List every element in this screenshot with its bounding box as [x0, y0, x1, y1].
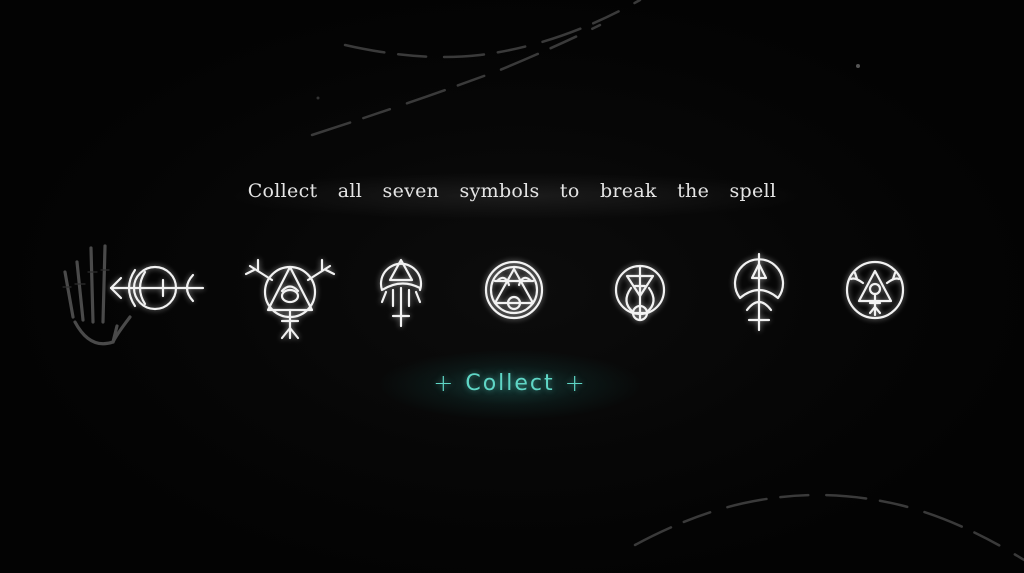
eye-arrow-sigil-icon[interactable]: [105, 260, 210, 320]
collect-button-label: Collect: [465, 370, 555, 396]
dome-triangle-cross-sigil-icon[interactable]: [376, 252, 426, 334]
collect-button[interactable]: + Collect +: [405, 362, 615, 404]
left-ornament: +: [433, 369, 456, 397]
hexagram-circle-sigil-icon[interactable]: [483, 259, 545, 325]
sparkle-icon: [856, 64, 860, 68]
triangle-eye-antler-sigil-icon[interactable]: [244, 258, 336, 346]
instruction-text: Collect all seven symbols to break the s…: [247, 180, 777, 202]
right-ornament: +: [564, 369, 587, 397]
arrow-crescent-sigil-icon[interactable]: [730, 252, 788, 338]
chalice-circle-sigil-icon[interactable]: [611, 262, 669, 330]
triangle-venus-circle-sigil-icon[interactable]: [843, 259, 907, 325]
